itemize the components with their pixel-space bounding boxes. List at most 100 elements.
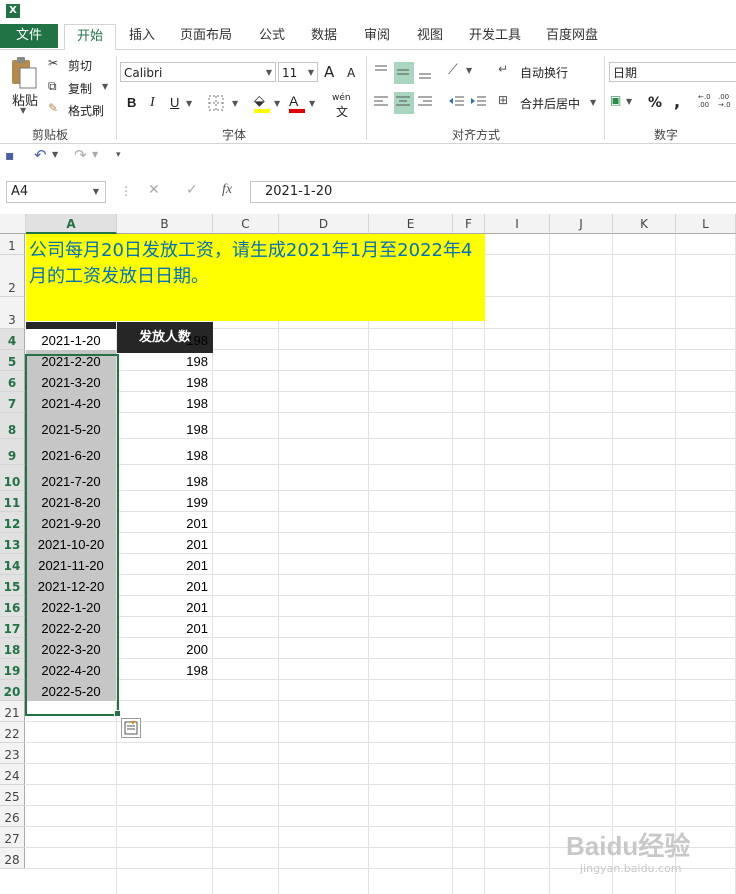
cell-pay-date[interactable]: 2021-11-20 (26, 554, 116, 575)
row-header[interactable]: 19 (0, 659, 25, 680)
row-header[interactable]: 14 (0, 554, 25, 575)
tab-view[interactable]: 视图 (410, 24, 450, 48)
borders-button[interactable]: ▼ (208, 95, 238, 113)
cell-pay-date[interactable]: 2021-2-20 (26, 350, 116, 371)
cell-pay-date[interactable]: 2021-3-20 (26, 371, 116, 392)
cell-pay-date[interactable]: 2021-12-20 (26, 575, 116, 596)
cell-pay-date[interactable]: 2022-4-20 (26, 659, 116, 680)
row-header[interactable]: 10 (0, 465, 25, 491)
tab-home[interactable]: 开始 (64, 24, 116, 50)
cell-pay-date[interactable]: 2021-1-20 (26, 329, 116, 350)
row-header[interactable]: 23 (0, 743, 25, 764)
formula-input[interactable]: 2021-1-20 (250, 181, 736, 203)
cell-headcount[interactable]: 200 (117, 638, 213, 659)
chevron-down-icon[interactable]: ▼ (92, 150, 98, 159)
align-top-icon[interactable] (372, 62, 392, 82)
tab-baidu-netdisk[interactable]: 百度网盘 (540, 24, 604, 48)
tab-page-layout[interactable]: 页面布局 (176, 24, 236, 48)
cell-headcount[interactable]: 199 (117, 491, 213, 512)
row-header[interactable]: 6 (0, 371, 25, 392)
fill-color-button[interactable]: ⬙ ▼ (252, 93, 282, 115)
name-box[interactable]: A4 ▼ (6, 181, 106, 203)
tab-data[interactable]: 数据 (304, 24, 344, 48)
insert-function-icon[interactable]: fx (222, 182, 232, 198)
align-right-icon[interactable] (416, 93, 436, 113)
customize-qat-icon[interactable]: ▾ (116, 150, 121, 160)
decrease-indent-icon[interactable] (448, 93, 468, 113)
cell-headcount[interactable]: 198 (117, 371, 213, 392)
font-name-select[interactable]: Calibri ▼ (120, 62, 276, 82)
cell-headcount[interactable]: 201 (117, 575, 213, 596)
cell-pay-date[interactable]: 2021-9-20 (26, 512, 116, 533)
comma-style-button[interactable]: , (674, 92, 680, 111)
cell-headcount[interactable]: 198 (117, 392, 213, 413)
align-bottom-icon[interactable] (416, 62, 436, 82)
cell-headcount[interactable]: 198 (117, 413, 213, 439)
align-middle-icon[interactable] (394, 62, 414, 84)
align-left-icon[interactable] (372, 93, 392, 113)
row-header[interactable]: 18 (0, 638, 25, 659)
cell-pay-date[interactable]: 2021-4-20 (26, 392, 116, 413)
cell-headcount[interactable]: 198 (117, 350, 213, 371)
row-header[interactable]: 11 (0, 491, 25, 512)
decrease-decimal-icon[interactable]: .00 →.0 (718, 93, 736, 113)
wrap-text-button[interactable]: ↵ 自动换行 (498, 62, 598, 82)
row-header[interactable]: 26 (0, 806, 25, 827)
row-header[interactable]: 25 (0, 785, 25, 806)
bold-button[interactable]: B (127, 95, 136, 110)
cell-headcount[interactable]: 198 (117, 329, 213, 350)
row-header[interactable]: 7 (0, 392, 25, 413)
cell-pay-date[interactable]: 2022-3-20 (26, 638, 116, 659)
cell-pay-date[interactable]: 2021-10-20 (26, 533, 116, 554)
row-header[interactable]: 27 (0, 827, 25, 848)
column-header[interactable]: B (117, 214, 213, 234)
number-format-select[interactable]: 日期 (609, 62, 736, 82)
row-header[interactable]: 21 (0, 701, 25, 722)
row-header[interactable]: 13 (0, 533, 25, 554)
cell-headcount[interactable]: 201 (117, 596, 213, 617)
percent-button[interactable]: % (648, 95, 662, 111)
cell-pay-date[interactable]: 2022-2-20 (26, 617, 116, 638)
currency-format-button[interactable]: ▣ ▼ (610, 93, 638, 113)
undo-icon[interactable]: ↶ (34, 146, 47, 164)
underline-button[interactable]: U (170, 95, 179, 110)
title-cell[interactable]: 公司每月20日发放工资，请生成2021年1月至2022年4月的工资发放日日期。 (26, 234, 485, 321)
row-header[interactable]: 8 (0, 413, 25, 439)
align-center-icon[interactable] (394, 92, 414, 114)
chevron-down-icon[interactable]: ▼ (52, 150, 58, 159)
increase-decimal-icon[interactable]: ←.0.00 (698, 93, 716, 113)
grow-font-button[interactable]: A (324, 63, 334, 81)
row-header[interactable]: 20 (0, 680, 25, 701)
cell-headcount[interactable]: 198 (117, 465, 213, 491)
column-header[interactable]: C (213, 214, 279, 234)
fill-handle[interactable] (114, 710, 121, 717)
row-header[interactable]: 3 (0, 297, 25, 329)
row-header[interactable]: 22 (0, 722, 25, 743)
shrink-font-button[interactable]: A (347, 66, 355, 80)
select-all-corner[interactable] (0, 214, 26, 234)
row-header[interactable]: 16 (0, 596, 25, 617)
cell-headcount[interactable]: 201 (117, 617, 213, 638)
cell-pay-date[interactable]: 2021-8-20 (26, 491, 116, 512)
copy-button[interactable]: ⧉ 复制 ▼ (48, 79, 112, 97)
phonetic-guide-button[interactable]: wén (332, 93, 351, 103)
row-header[interactable]: 5 (0, 350, 25, 371)
cell-pay-date[interactable]: 2021-7-20 (26, 465, 116, 491)
cell-headcount[interactable]: 201 (117, 533, 213, 554)
column-header[interactable]: K (613, 214, 676, 234)
tab-insert[interactable]: 插入 (122, 24, 162, 48)
font-size-select[interactable]: 11 ▼ (278, 62, 318, 82)
auto-fill-options-button[interactable] (121, 718, 141, 738)
row-header[interactable]: 15 (0, 575, 25, 596)
tab-formulas[interactable]: 公式 (252, 24, 292, 48)
redo-icon[interactable]: ↷ (74, 146, 87, 164)
italic-button[interactable]: I (150, 95, 155, 111)
cell-headcount[interactable] (117, 680, 213, 701)
cancel-icon[interactable]: ✕ (148, 182, 160, 198)
font-color-button[interactable]: A ▼ (287, 93, 317, 115)
cell-pay-date[interactable]: 2022-1-20 (26, 596, 116, 617)
tab-review[interactable]: 审阅 (357, 24, 397, 48)
save-icon[interactable]: ▪ (5, 148, 15, 164)
row-header[interactable]: 4 (0, 329, 25, 350)
orientation-button[interactable]: ⟋ ▼ (448, 62, 478, 82)
